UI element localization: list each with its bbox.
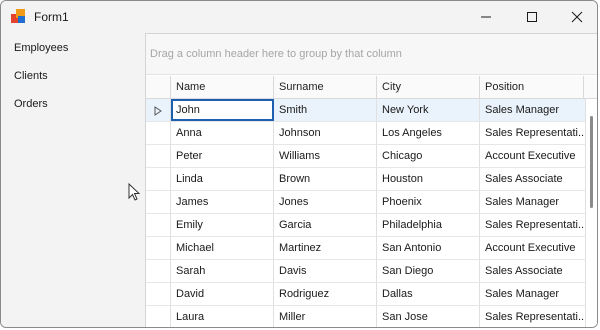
table-row[interactable]: Sarah Davis San Diego Sales Associate	[146, 260, 586, 283]
cell-position[interactable]: Sales Associate	[480, 260, 586, 282]
column-header-city[interactable]: City	[377, 76, 480, 99]
cell-surname[interactable]: Jones	[274, 191, 377, 213]
nav-item-employees[interactable]: Employees	[14, 42, 68, 54]
table-row[interactable]: Anna Johnson Los Angeles Sales Representati…	[146, 122, 586, 145]
cell-name[interactable]: David	[171, 283, 274, 305]
maximize-button[interactable]	[509, 1, 555, 33]
row-indicator-arrow-icon	[154, 106, 162, 116]
row-indicator[interactable]	[146, 191, 171, 214]
close-button[interactable]	[554, 1, 597, 33]
cell-position[interactable]: Account Executive	[480, 145, 586, 167]
data-grid: Drag a column header here to group by th…	[145, 33, 597, 327]
group-panel-hint: Drag a column header here to group by th…	[150, 48, 402, 60]
cell-city[interactable]: Houston	[377, 168, 480, 190]
row-indicator[interactable]	[146, 99, 171, 122]
cell-name[interactable]: James	[171, 191, 274, 213]
cell-surname[interactable]: Johnson	[274, 122, 377, 144]
mouse-pointer-icon	[128, 183, 141, 201]
table-row[interactable]: Emily Garcia Philadelphia Sales Representat…	[146, 214, 586, 237]
cell-city[interactable]: New York	[377, 99, 480, 121]
cell-position[interactable]: Account Executive	[480, 237, 586, 259]
cell-position[interactable]: Sales Manager	[480, 99, 586, 121]
table-row[interactable]: Laura Miller San Jose Sales Representati...	[146, 306, 586, 327]
window-title: Form1	[34, 10, 69, 24]
title-bar[interactable]: Form1	[1, 1, 597, 33]
cell-name[interactable]: John	[171, 99, 274, 121]
row-indicator[interactable]	[146, 145, 171, 168]
minimize-icon	[481, 16, 491, 18]
column-header-name[interactable]: Name	[171, 76, 274, 99]
cell-city[interactable]: Chicago	[377, 145, 480, 167]
close-icon	[571, 11, 583, 23]
vertical-scrollbar[interactable]	[586, 99, 597, 327]
row-indicator[interactable]	[146, 168, 171, 191]
cell-city[interactable]: San Antonio	[377, 237, 480, 259]
cell-position[interactable]: Sales Representati...	[480, 214, 586, 236]
row-indicator[interactable]	[146, 237, 171, 260]
app-icon	[11, 9, 27, 25]
row-indicator[interactable]	[146, 122, 171, 145]
cell-city[interactable]: Dallas	[377, 283, 480, 305]
cell-name[interactable]: Sarah	[171, 260, 274, 282]
cell-name[interactable]: Peter	[171, 145, 274, 167]
maximize-icon	[527, 12, 537, 22]
nav-item-clients[interactable]: Clients	[14, 70, 48, 82]
row-indicator[interactable]	[146, 283, 171, 306]
table-row[interactable]: David Rodriguez Dallas Sales Manager	[146, 283, 586, 306]
row-indicator-header	[146, 76, 171, 99]
group-panel[interactable]: Drag a column header here to group by th…	[146, 34, 597, 75]
app-window: Form1 Employees Clients Orders Drag a co…	[0, 0, 598, 328]
cell-surname[interactable]: Martinez	[274, 237, 377, 259]
cell-city[interactable]: Phoenix	[377, 191, 480, 213]
cell-surname[interactable]: Miller	[274, 306, 377, 327]
column-header-surname[interactable]: Surname	[274, 76, 377, 99]
cell-position[interactable]: Sales Manager	[480, 191, 586, 213]
nav-item-orders[interactable]: Orders	[14, 98, 48, 110]
cell-name[interactable]: Linda	[171, 168, 274, 190]
row-indicator[interactable]	[146, 306, 171, 327]
navigation-panel: Employees Clients Orders	[1, 33, 144, 327]
cell-surname[interactable]: Davis	[274, 260, 377, 282]
cell-surname[interactable]: Smith	[274, 99, 377, 121]
cell-name[interactable]: Emily	[171, 214, 274, 236]
column-header-position[interactable]: Position	[480, 76, 584, 99]
cell-name[interactable]: Anna	[171, 122, 274, 144]
table-row[interactable]: James Jones Phoenix Sales Manager	[146, 191, 586, 214]
table-row[interactable]: Linda Brown Houston Sales Associate	[146, 168, 586, 191]
cell-position[interactable]: Sales Representati...	[480, 306, 586, 327]
cell-name[interactable]: Laura	[171, 306, 274, 327]
cell-position[interactable]: Sales Manager	[480, 283, 586, 305]
cell-position[interactable]: Sales Representati...	[480, 122, 586, 144]
table-row[interactable]: Peter Williams Chicago Account Executive	[146, 145, 586, 168]
cell-city[interactable]: Philadelphia	[377, 214, 480, 236]
row-indicator[interactable]	[146, 260, 171, 283]
cell-surname[interactable]: Williams	[274, 145, 377, 167]
cell-position[interactable]: Sales Associate	[480, 168, 586, 190]
cell-city[interactable]: Los Angeles	[377, 122, 480, 144]
cell-name[interactable]: Michael	[171, 237, 274, 259]
cell-surname[interactable]: Rodriguez	[274, 283, 377, 305]
cell-city[interactable]: San Diego	[377, 260, 480, 282]
table-row[interactable]: Michael Martinez San Antonio Account Execut…	[146, 237, 586, 260]
scrollbar-thumb[interactable]	[590, 116, 593, 208]
cell-city[interactable]: San Jose	[377, 306, 480, 327]
table-row[interactable]: John Smith New York Sales Manager	[146, 99, 586, 122]
grid-header-row: Name Surname City Position	[146, 76, 597, 99]
cell-surname[interactable]: Brown	[274, 168, 377, 190]
minimize-button[interactable]	[463, 1, 509, 33]
row-indicator[interactable]	[146, 214, 171, 237]
cell-surname[interactable]: Garcia	[274, 214, 377, 236]
